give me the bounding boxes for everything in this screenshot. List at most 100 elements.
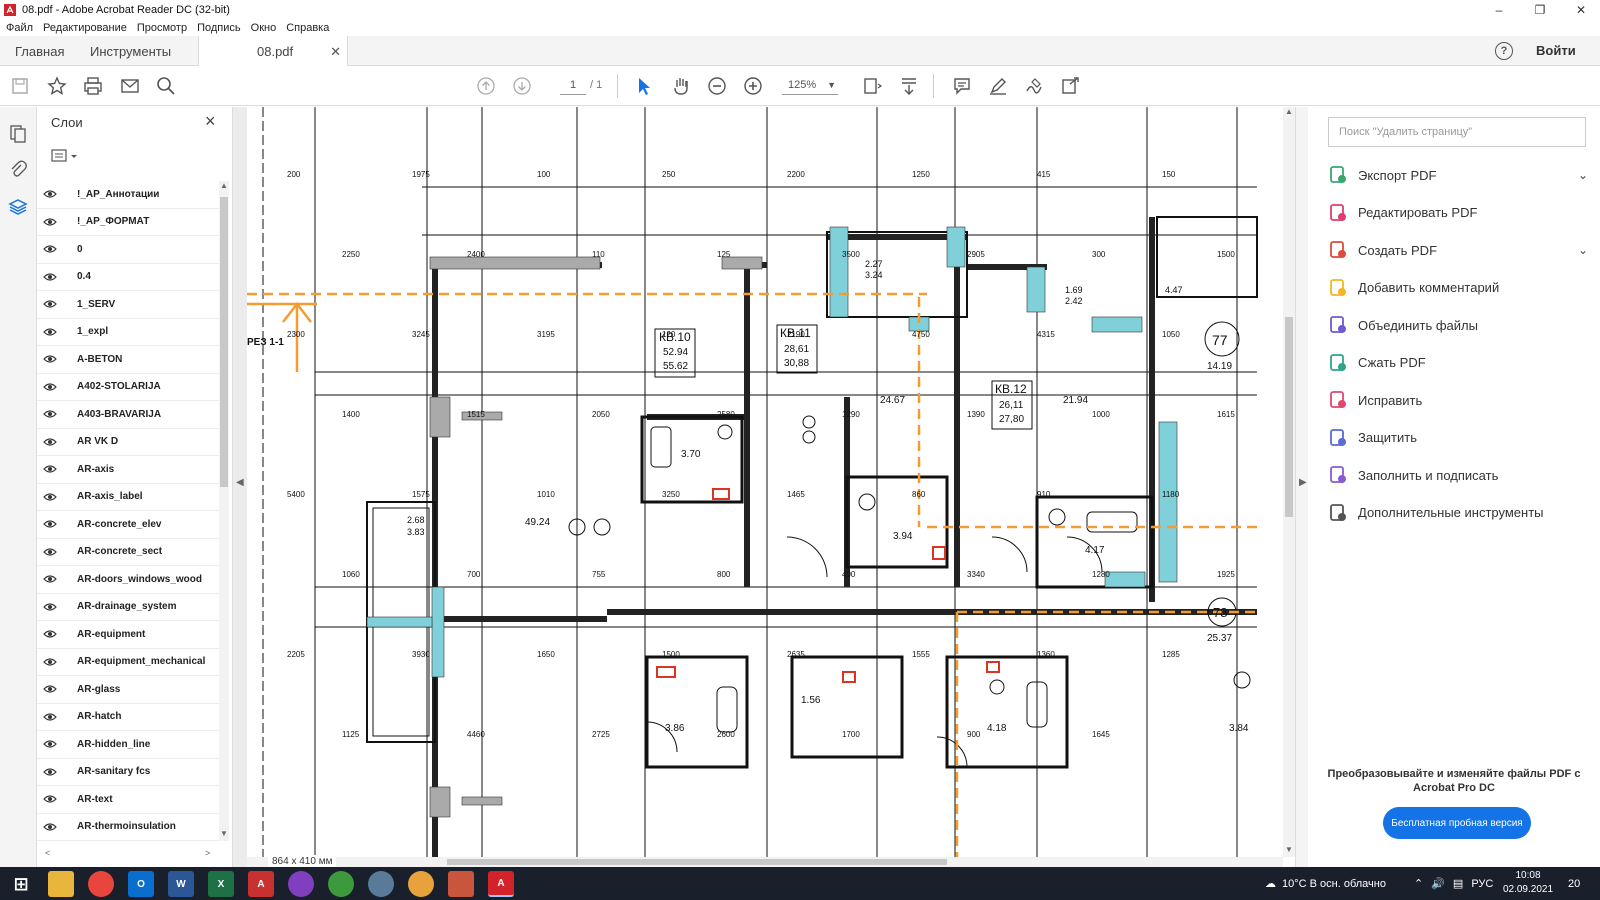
chevron-down-icon[interactable]: ⌄ bbox=[1578, 243, 1588, 257]
layer-row[interactable]: AR-drainage_system bbox=[37, 594, 219, 621]
notification-icon[interactable]: 20 bbox=[1568, 867, 1580, 900]
layer-row[interactable]: AR-concrete_sect bbox=[37, 539, 219, 566]
next-page-icon[interactable] bbox=[510, 74, 534, 98]
left-panel-splitter[interactable]: ◀ bbox=[233, 107, 247, 867]
tab-document[interactable]: 08.pdf ✕ bbox=[198, 36, 348, 67]
menu-file[interactable]: Файл bbox=[6, 22, 33, 34]
eye-icon[interactable] bbox=[43, 574, 57, 584]
eye-icon[interactable] bbox=[43, 547, 57, 557]
layer-row[interactable]: A403-BRAVARIJA bbox=[37, 401, 219, 429]
close-tab-icon[interactable]: ✕ bbox=[330, 44, 341, 60]
tab-tools[interactable]: Инструменты bbox=[90, 36, 171, 66]
layer-row[interactable]: AR-axis bbox=[37, 456, 219, 484]
eye-icon[interactable] bbox=[43, 684, 57, 694]
menu-window[interactable]: Окно bbox=[251, 22, 277, 34]
outlook-icon[interactable]: O bbox=[128, 871, 154, 897]
layer-row[interactable]: A-BETON bbox=[37, 346, 219, 374]
eye-icon[interactable] bbox=[43, 327, 57, 337]
tab-home[interactable]: Главная bbox=[15, 36, 64, 66]
menu-sign[interactable]: Подпись bbox=[197, 22, 241, 34]
close-panel-icon[interactable]: × bbox=[205, 111, 216, 132]
scroll-up-icon[interactable]: ▲ bbox=[1285, 107, 1293, 116]
menu-help[interactable]: Справка bbox=[286, 22, 329, 34]
layer-row[interactable]: 0.4 bbox=[37, 264, 219, 291]
tool-item-protect[interactable]: Защитить bbox=[1328, 424, 1588, 452]
eye-icon[interactable] bbox=[43, 217, 57, 227]
layer-row[interactable]: AR-hatch bbox=[37, 704, 219, 731]
layer-row[interactable]: AR-sanitary fcs bbox=[37, 759, 219, 786]
app-icon[interactable] bbox=[448, 871, 474, 897]
layer-options-icon[interactable] bbox=[51, 147, 81, 165]
tool-item-more-tools[interactable]: Дополнительные инструменты bbox=[1328, 499, 1588, 527]
app-icon[interactable] bbox=[328, 871, 354, 897]
eye-icon[interactable] bbox=[43, 244, 57, 254]
attachment-icon[interactable] bbox=[8, 159, 28, 179]
sign-in-button[interactable]: Войти bbox=[1536, 43, 1576, 58]
eye-icon[interactable] bbox=[43, 189, 57, 199]
layers-horizontal-scrollbar[interactable]: < > bbox=[37, 848, 219, 861]
right-panel-splitter[interactable]: ▶ bbox=[1295, 107, 1308, 867]
eye-icon[interactable] bbox=[43, 382, 57, 392]
highlight-pen-icon[interactable] bbox=[986, 74, 1010, 98]
free-trial-button[interactable]: Бесплатная пробная версия bbox=[1383, 807, 1531, 839]
document-vertical-scrollbar[interactable]: ▲ ▼ bbox=[1283, 107, 1295, 857]
tool-item-combine-files[interactable]: Объединить файлы bbox=[1328, 311, 1588, 339]
eye-icon[interactable] bbox=[43, 272, 57, 282]
layer-row[interactable]: 0 bbox=[37, 236, 219, 264]
network-icon[interactable]: ▤ bbox=[1453, 877, 1463, 890]
chrome-icon[interactable] bbox=[88, 871, 114, 897]
page-number-input[interactable]: 1 bbox=[560, 75, 586, 95]
eye-icon[interactable] bbox=[43, 794, 57, 804]
eye-icon[interactable] bbox=[43, 492, 57, 502]
layer-row[interactable]: 1_SERV bbox=[37, 291, 219, 319]
eye-icon[interactable] bbox=[43, 299, 57, 309]
eye-icon[interactable] bbox=[43, 767, 57, 777]
tool-item-compress-pdf[interactable]: Сжать PDF bbox=[1328, 349, 1588, 377]
eye-icon[interactable] bbox=[43, 739, 57, 749]
eye-icon[interactable] bbox=[43, 354, 57, 364]
minimize-button[interactable]: – bbox=[1476, 0, 1522, 19]
tool-item-redact[interactable]: Исправить bbox=[1328, 386, 1588, 414]
eye-icon[interactable] bbox=[43, 437, 57, 447]
eye-icon[interactable] bbox=[43, 657, 57, 667]
share-tool-icon[interactable] bbox=[1058, 74, 1082, 98]
eye-icon[interactable] bbox=[43, 629, 57, 639]
document-view[interactable]: РЕЗ 1-1 КВ.10 52.94 55.62 КВ.11 28,61 30… bbox=[247, 107, 1283, 857]
layer-row[interactable]: 1_expl bbox=[37, 319, 219, 346]
file-explorer-icon[interactable] bbox=[48, 871, 74, 897]
select-cursor-icon[interactable] bbox=[632, 74, 656, 98]
chevron-up-icon[interactable]: ⌃ bbox=[1414, 877, 1423, 890]
zoom-level-select[interactable]: 125% ▼ bbox=[782, 75, 838, 95]
weather-indicator[interactable]: ☁ 10°C В осн. облачно bbox=[1265, 867, 1386, 900]
email-icon[interactable] bbox=[118, 74, 142, 98]
layer-row[interactable]: AR-thermoinsulation bbox=[37, 814, 219, 841]
app-icon[interactable] bbox=[368, 871, 394, 897]
tool-item-edit-pdf[interactable]: Редактировать PDF bbox=[1328, 199, 1588, 227]
layer-row[interactable]: AR-equipment bbox=[37, 621, 219, 649]
menu-edit[interactable]: Редактирование bbox=[43, 22, 127, 34]
comment-icon[interactable] bbox=[950, 74, 974, 98]
tool-item-fill-sign[interactable]: Заполнить и подписать bbox=[1328, 461, 1588, 489]
tools-search-input[interactable]: Поиск "Удалить страницу" bbox=[1328, 117, 1586, 147]
scrollbar-thumb[interactable] bbox=[220, 197, 228, 487]
zoom-out-icon[interactable] bbox=[705, 74, 729, 98]
scroll-up-icon[interactable]: ▲ bbox=[219, 181, 229, 190]
layer-row[interactable]: AR-text bbox=[37, 786, 219, 814]
eye-icon[interactable] bbox=[43, 464, 57, 474]
bookmark-star-icon[interactable] bbox=[45, 74, 69, 98]
sign-icon[interactable] bbox=[1022, 74, 1046, 98]
speaker-icon[interactable]: 🔊 bbox=[1431, 877, 1445, 890]
menu-view[interactable]: Просмотр bbox=[137, 22, 187, 34]
scrollbar-thumb[interactable] bbox=[447, 859, 947, 865]
tool-item-comment[interactable]: Добавить комментарий bbox=[1328, 274, 1588, 302]
hand-tool-icon[interactable] bbox=[669, 74, 693, 98]
viber-icon[interactable] bbox=[288, 871, 314, 897]
layer-row[interactable]: AR-axis_label bbox=[37, 484, 219, 511]
eye-icon[interactable] bbox=[43, 822, 57, 832]
tool-item-create-pdf[interactable]: Создать PDF ⌄ bbox=[1328, 236, 1588, 264]
expand-arrow-icon[interactable]: ▶ bbox=[1299, 477, 1307, 488]
eye-icon[interactable] bbox=[43, 712, 57, 722]
excel-icon[interactable]: X bbox=[208, 871, 234, 897]
eye-icon[interactable] bbox=[43, 409, 57, 419]
scroll-down-icon[interactable]: ▼ bbox=[1285, 845, 1293, 854]
